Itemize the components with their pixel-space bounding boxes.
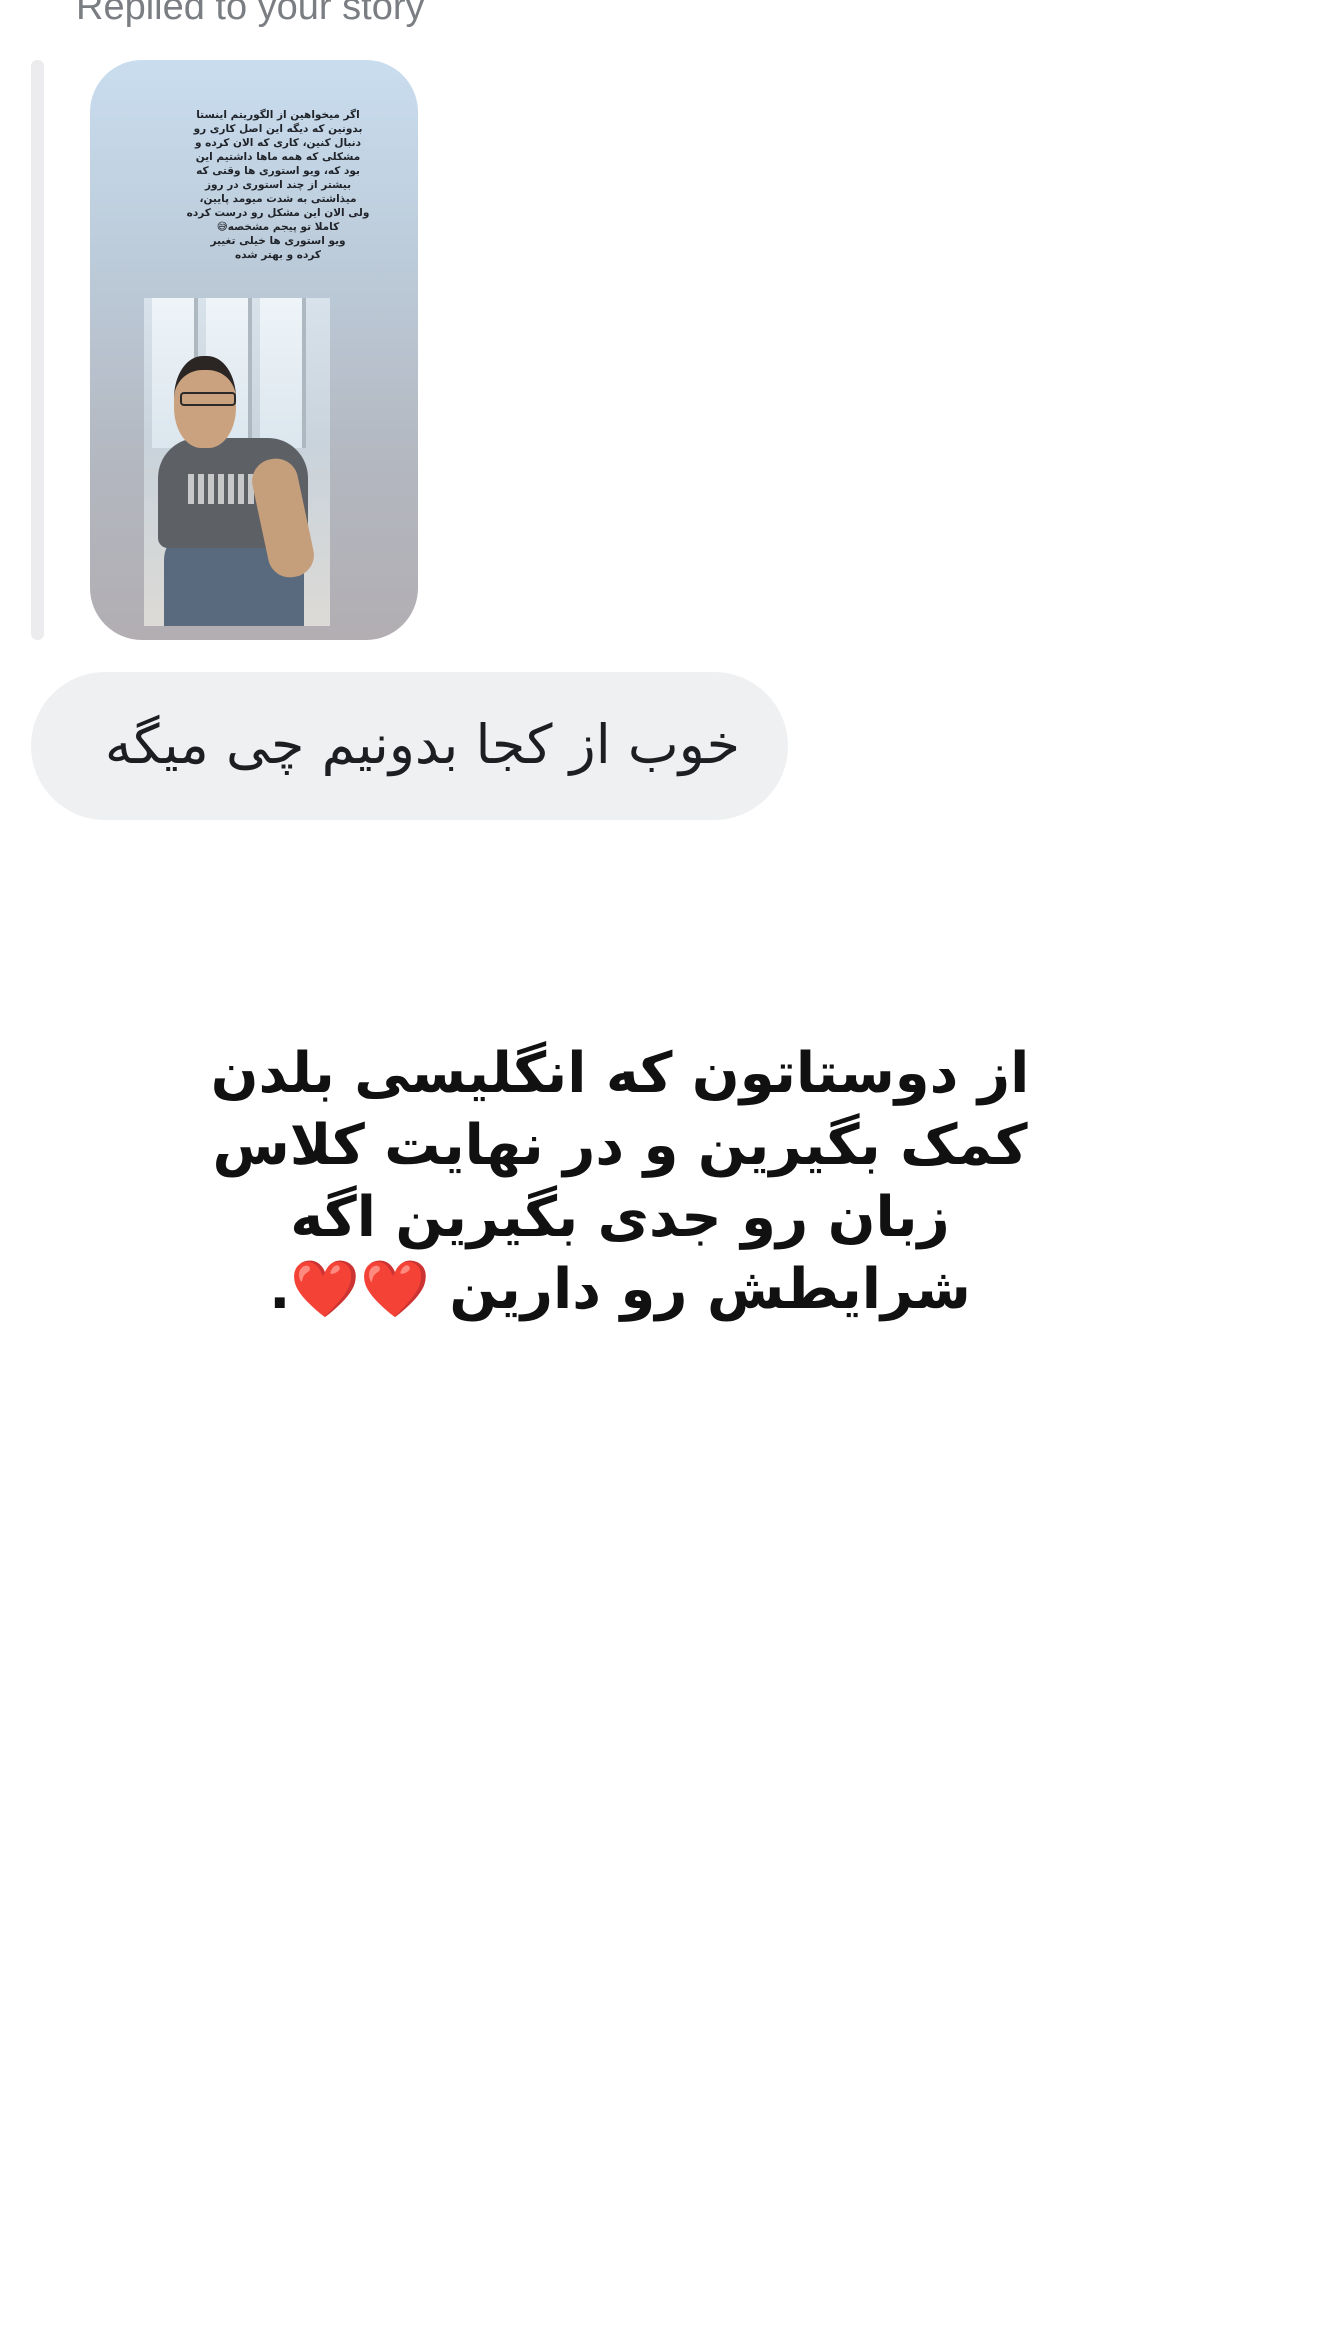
story-photo xyxy=(144,298,330,626)
story-caption-line: میذاشتی به شدت میومد پایین، xyxy=(199,193,357,205)
message-bubble[interactable]: خوب از کجا بدونیم چی میگه xyxy=(31,672,788,820)
story-caption-line: کرده و بهتر شده xyxy=(235,249,321,261)
story-caption-line: اگر میخواهین از الگوریتم اینستا xyxy=(196,109,360,121)
story-caption-line: ولی الان این مشکل رو درست کرده xyxy=(186,207,370,219)
overlay-caption-line: کمک بگیرین و در نهایت کلاس xyxy=(212,1113,1028,1178)
story-caption-line: دنبال کنین، کاری که الان کرده و xyxy=(194,137,362,149)
story-caption-line: مشکلی که همه ماها داشتیم این xyxy=(195,151,361,163)
photo-shirt-print xyxy=(188,474,258,504)
overlay-caption-line: زبان رو جدی بگیرین اگه xyxy=(290,1185,950,1250)
message-text: خوب از کجا بدونیم چی میگه xyxy=(104,713,740,776)
story-caption-line: بدونین که دیگه این اصل کاری رو xyxy=(193,123,363,135)
overlay-caption-line: شرایطش رو دارین ❤️❤️. xyxy=(269,1257,971,1322)
photo-window-pane xyxy=(260,298,306,448)
story-caption-line: کاملا تو پیجم مشخصه😅 xyxy=(216,221,340,233)
overlay-caption: از دوستاتون که انگلیسی بلدن کمک بگیرین و… xyxy=(200,1038,1040,1326)
story-caption-line: بود که، ویو استوری ها وقتی که xyxy=(196,165,360,177)
overlay-caption-line: از دوستاتون که انگلیسی بلدن xyxy=(210,1041,1030,1106)
story-preview-thumbnail[interactable]: اگر میخواهین از الگوریتم اینستا بدونین ک… xyxy=(90,60,418,640)
reply-quote-bar xyxy=(31,60,44,640)
story-caption-line: ویو استوری ها خیلی تغییر xyxy=(210,235,346,247)
photo-person-glasses xyxy=(180,392,236,406)
story-caption-text: اگر میخواهین از الگوریتم اینستا بدونین ک… xyxy=(178,108,378,262)
story-caption-line: بیشتر از چند استوری در روز xyxy=(204,179,352,191)
replied-to-story-label: Replied to your story xyxy=(76,0,425,28)
